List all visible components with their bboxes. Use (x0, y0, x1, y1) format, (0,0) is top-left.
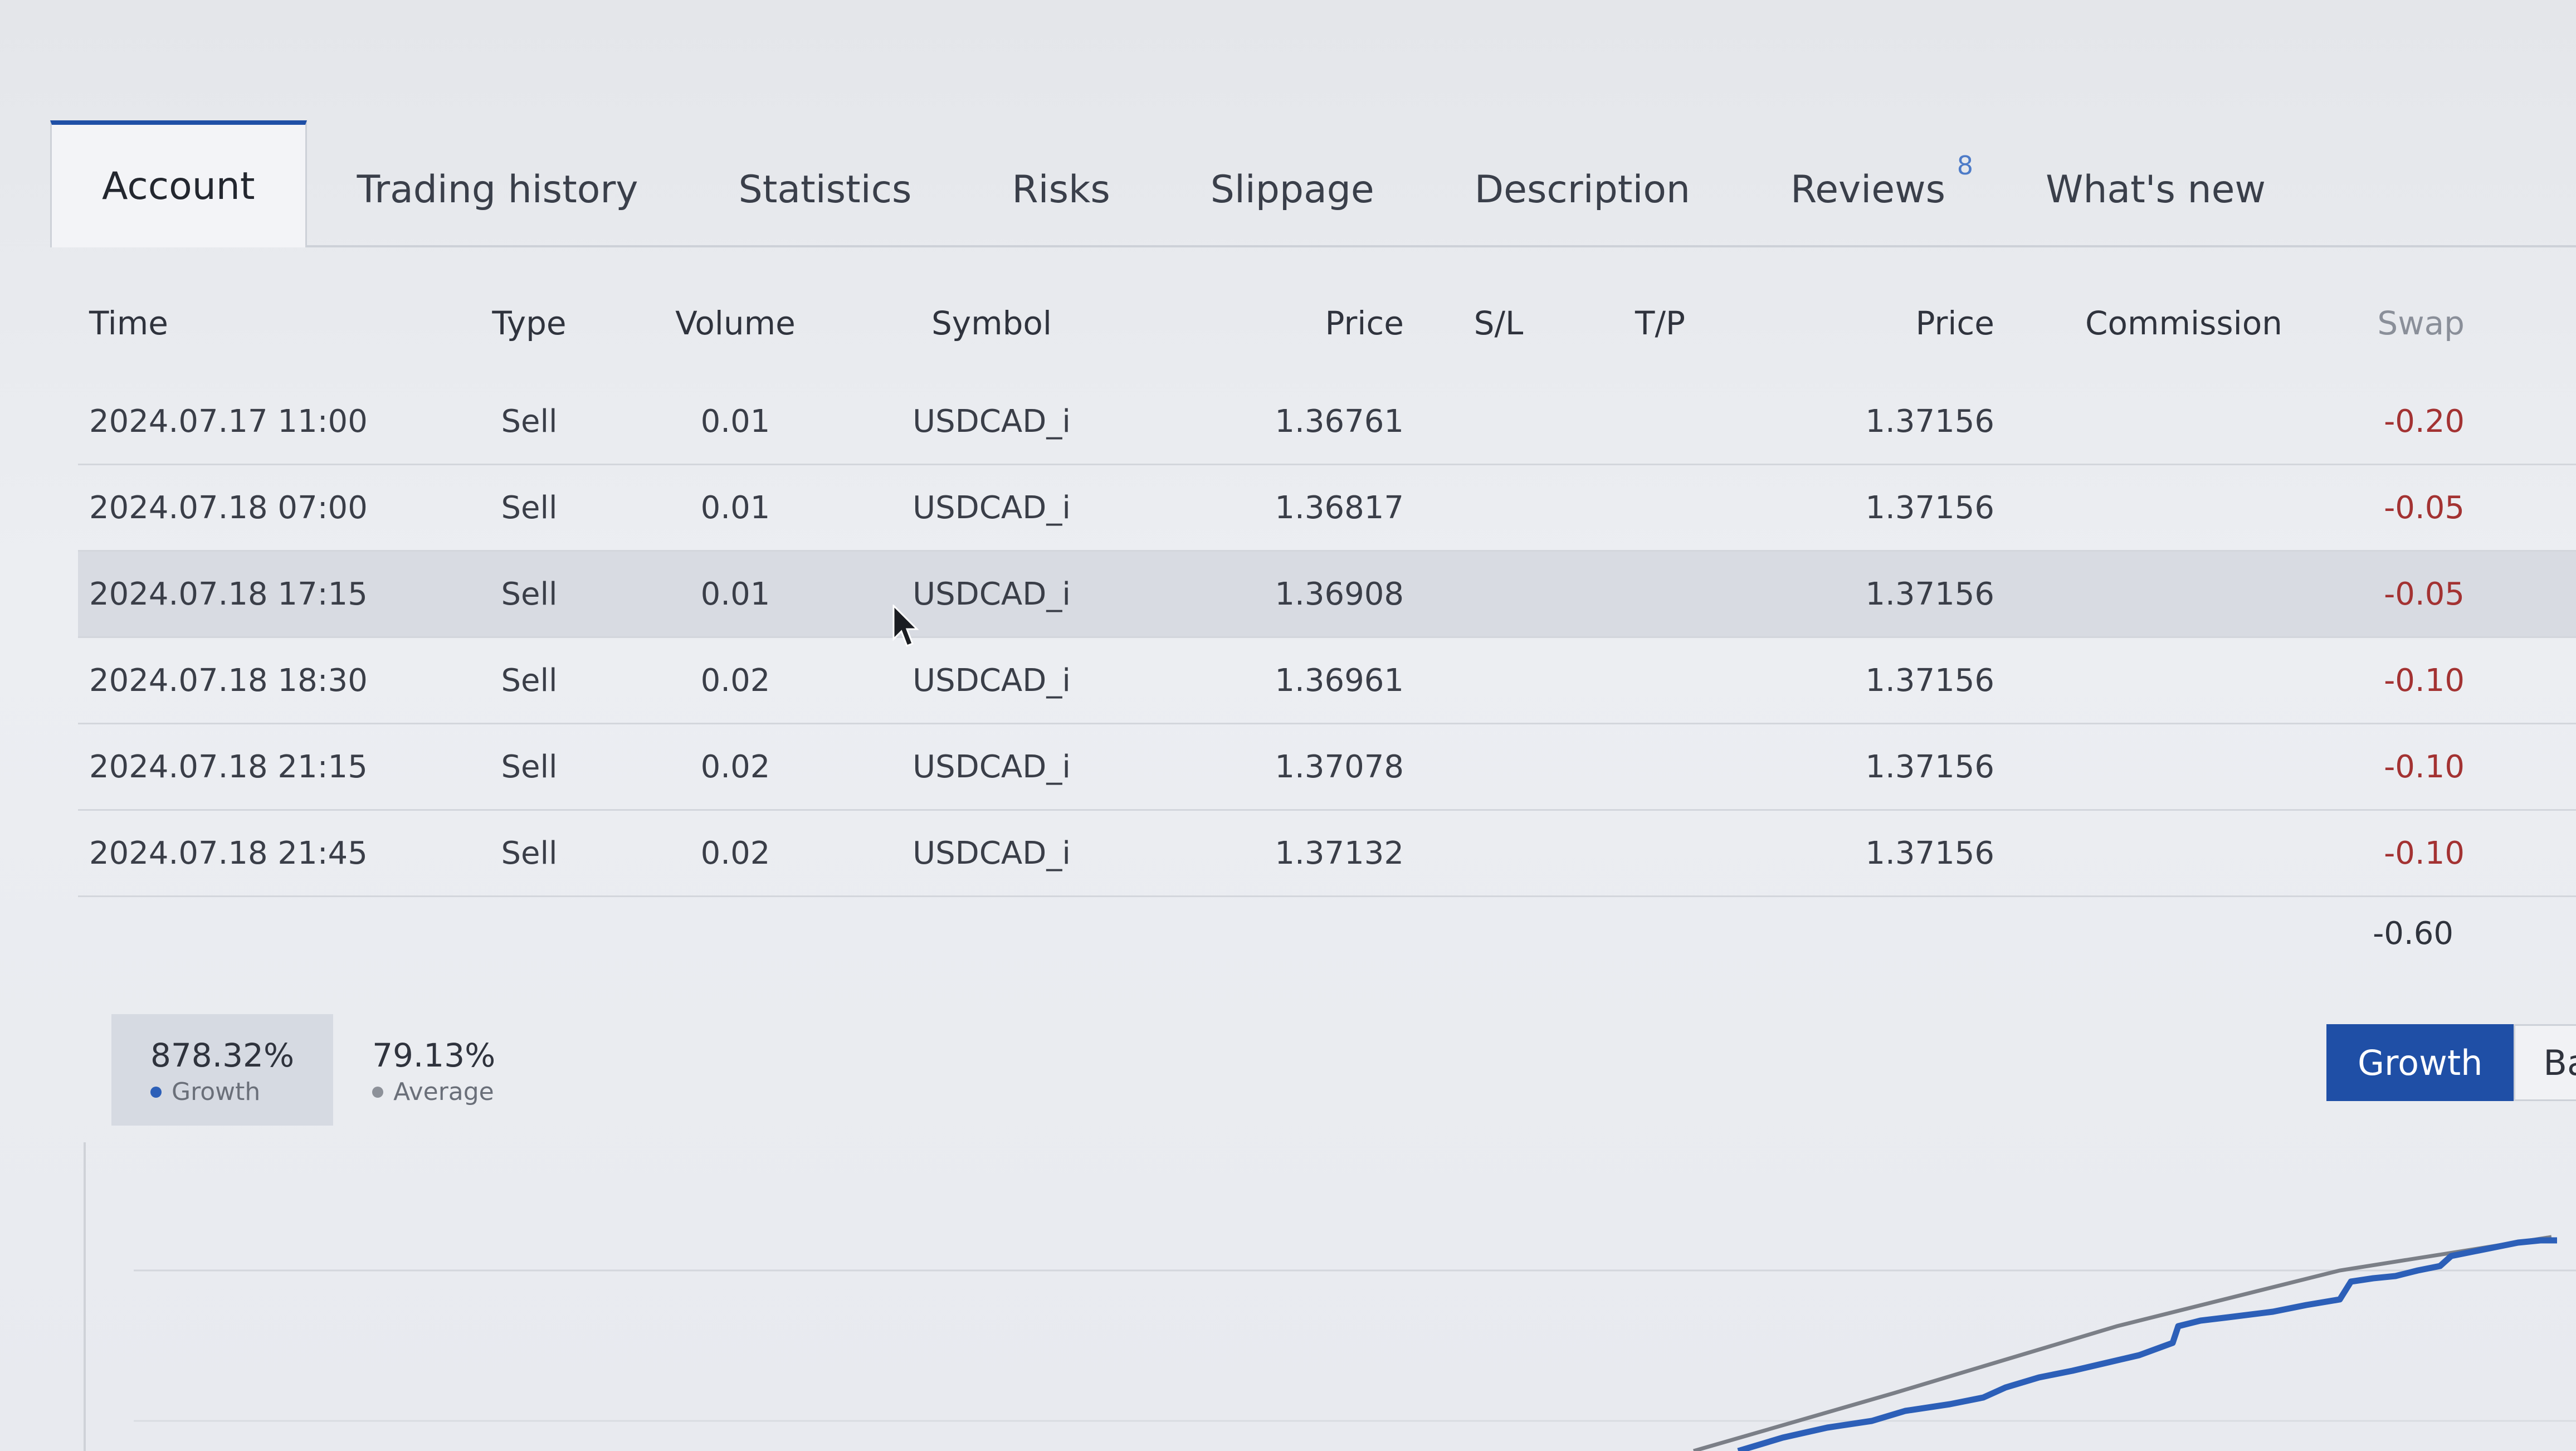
cell-volume: 0.02 (700, 835, 770, 871)
tab-label: Slippage (1210, 167, 1374, 212)
arrow-cursor-icon (892, 605, 919, 647)
growth-chart (134, 1235, 2576, 1451)
tab-whats-new[interactable]: What's new (1996, 134, 2316, 245)
column-header-symbol[interactable]: Symbol (858, 304, 1125, 342)
cell-type: Sell (501, 748, 558, 785)
table-row[interactable]: 2024.07.18 21:45 Sell 0.02 USDCAD_i 1.37132 1… (78, 811, 2576, 897)
stat-average-label-row: Average (372, 1078, 495, 1106)
stat-growth[interactable]: 878.32% Growth (111, 1014, 334, 1126)
cell-type: Sell (501, 576, 558, 612)
cell-symbol: USDCAD_i (913, 662, 1071, 699)
cell-type: Sell (501, 489, 558, 526)
stat-average-value: 79.13% (372, 1036, 496, 1074)
table-row[interactable]: 2024.07.17 11:00 Sell 0.01 USDCAD_i 1.36761 1… (78, 379, 2576, 465)
cell-current-price: 1.37156 (1865, 662, 1994, 699)
cell-time: 2024.07.18 18:30 (89, 662, 368, 699)
column-header-sl[interactable]: S/L (1415, 304, 1582, 342)
column-header-time[interactable]: Time (78, 304, 446, 342)
cell-symbol: USDCAD_i (913, 748, 1071, 785)
tab-label: What's new (2046, 167, 2266, 212)
column-header-swap[interactable]: Swap (2362, 304, 2576, 342)
cell-type: Sell (501, 403, 558, 440)
tab-risks[interactable]: Risks (962, 134, 1160, 245)
cell-swap: -0.05 (2384, 576, 2465, 612)
cell-volume: 0.02 (700, 662, 770, 699)
cell-current-price: 1.37156 (1865, 576, 1994, 612)
table-body: 2024.07.17 11:00 Sell 0.01 USDCAD_i 1.36761 1… (78, 379, 2576, 897)
cell-volume: 0.01 (700, 576, 770, 612)
column-header-commission[interactable]: Commission (2006, 304, 2362, 342)
cell-time: 2024.07.18 21:15 (89, 748, 368, 785)
growth-dot-icon (150, 1086, 162, 1098)
stat-average-label: Average (393, 1078, 494, 1106)
column-header-volume[interactable]: Volume (613, 304, 858, 342)
table-row[interactable]: 2024.07.18 18:30 Sell 0.02 USDCAD_i 1.36961 1… (78, 638, 2576, 724)
chart-mode-toggle: Growth Ba (2326, 1024, 2576, 1101)
tab-statistics[interactable]: Statistics (689, 134, 962, 245)
cell-volume: 0.01 (700, 489, 770, 526)
tab-label: Description (1474, 167, 1691, 212)
cell-symbol: USDCAD_i (913, 489, 1071, 526)
table-row[interactable]: 2024.07.18 21:15 Sell 0.02 USDCAD_i 1.37078 1… (78, 724, 2576, 811)
stat-average[interactable]: 79.13% Average (333, 1014, 534, 1126)
cell-swap: -0.10 (2384, 662, 2465, 699)
cell-type: Sell (501, 835, 558, 871)
cell-swap: -0.10 (2384, 835, 2465, 871)
total-swap-value: -0.60 (2373, 915, 2453, 952)
tab-label: Account (102, 164, 255, 208)
cell-volume: 0.01 (700, 403, 770, 440)
growth-chart-button[interactable]: Growth (2326, 1024, 2514, 1101)
cell-open-price: 1.36908 (1275, 576, 1404, 612)
cell-swap: -0.20 (2384, 403, 2465, 440)
balance-chart-button[interactable]: Ba (2514, 1024, 2576, 1101)
stat-growth-value: 878.32% (150, 1036, 295, 1074)
reviews-count-badge: 8 (1957, 150, 1974, 181)
tab-slippage[interactable]: Slippage (1160, 134, 1424, 245)
cell-current-price: 1.37156 (1865, 403, 1994, 440)
tab-trading-history[interactable]: Trading history (307, 134, 689, 245)
tab-description[interactable]: Description (1424, 134, 1740, 245)
stat-growth-label: Growth (172, 1078, 261, 1106)
cell-open-price: 1.36761 (1275, 403, 1404, 440)
tab-reviews[interactable]: Reviews 8 (1740, 134, 1996, 245)
cell-open-price: 1.37132 (1275, 835, 1404, 871)
cell-type: Sell (501, 662, 558, 699)
cell-current-price: 1.37156 (1865, 489, 1994, 526)
cell-open-price: 1.36961 (1275, 662, 1404, 699)
tab-bar: Account Trading history Statistics Risks… (50, 117, 2576, 247)
page: Account Trading history Statistics Risks… (0, 0, 2576, 1451)
table-total-row: -0.60 (78, 897, 2576, 970)
cell-symbol: USDCAD_i (913, 835, 1071, 871)
column-header-price[interactable]: Price (1125, 304, 1415, 342)
average-dot-icon (372, 1086, 384, 1098)
tab-account[interactable]: Account (50, 120, 307, 247)
cell-current-price: 1.37156 (1865, 835, 1994, 871)
table-row[interactable]: 2024.07.18 17:15 Sell 0.01 USDCAD_i 1.36908 1… (78, 552, 2576, 638)
tab-label: Risks (1012, 167, 1110, 212)
open-trades-table: Time Type Volume Symbol Price S/L T/P Pr… (78, 267, 2576, 970)
stat-growth-label-row: Growth (150, 1078, 294, 1106)
cell-open-price: 1.36817 (1275, 489, 1404, 526)
cell-time: 2024.07.18 07:00 (89, 489, 368, 526)
cell-swap: -0.10 (2384, 748, 2465, 785)
cell-current-price: 1.37156 (1865, 748, 1994, 785)
cell-time: 2024.07.18 21:45 (89, 835, 368, 871)
cell-time: 2024.07.18 17:15 (89, 576, 368, 612)
tab-label: Trading history (357, 167, 638, 212)
growth-series-line (1737, 1237, 2557, 1451)
stats-legend: 878.32% Growth 79.13% Average (111, 1014, 534, 1126)
tab-label: Statistics (738, 167, 912, 212)
column-header-tp[interactable]: T/P (1582, 304, 1738, 342)
column-header-type[interactable]: Type (446, 304, 613, 342)
column-header-current-price[interactable]: Price (1738, 304, 2006, 342)
cell-volume: 0.02 (700, 748, 770, 785)
cell-swap: -0.05 (2384, 489, 2465, 526)
table-row[interactable]: 2024.07.18 07:00 Sell 0.01 USDCAD_i 1.36817 1… (78, 465, 2576, 552)
cell-time: 2024.07.17 11:00 (89, 403, 368, 440)
cell-open-price: 1.37078 (1275, 748, 1404, 785)
table-header: Time Type Volume Symbol Price S/L T/P Pr… (78, 267, 2576, 379)
cell-symbol: USDCAD_i (913, 403, 1071, 440)
tab-label: Reviews (1790, 167, 1946, 212)
